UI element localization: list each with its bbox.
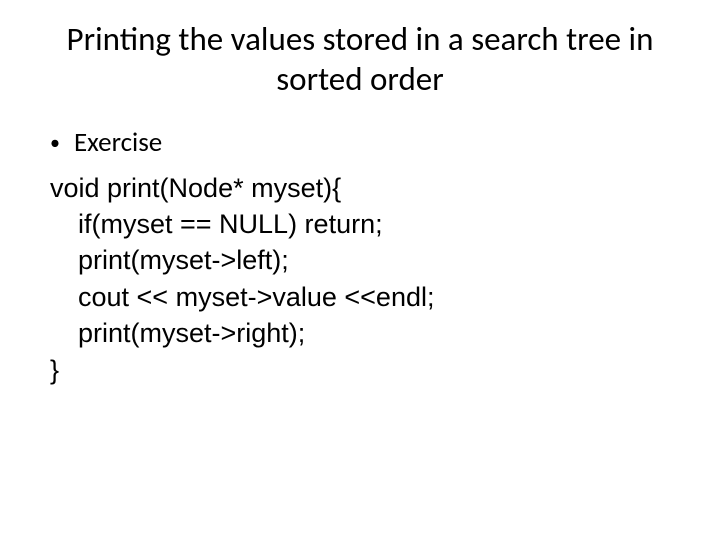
code-line-4: cout << myset->value <<endl; bbox=[50, 279, 670, 315]
code-line-3: print(myset->left); bbox=[50, 242, 670, 278]
code-line-2: if(myset == NULL) return; bbox=[50, 206, 670, 242]
bullet-text: Exercise bbox=[74, 127, 162, 159]
bullet-marker: • bbox=[50, 131, 60, 155]
bullet-item: • Exercise bbox=[50, 127, 670, 159]
code-line-5: print(myset->right); bbox=[50, 315, 670, 351]
code-line-6: } bbox=[50, 352, 670, 388]
slide-title: Printing the values stored in a search t… bbox=[50, 20, 670, 99]
code-line-1: void print(Node* myset){ bbox=[50, 170, 670, 206]
code-block: void print(Node* myset){ if(myset == NUL… bbox=[50, 170, 670, 389]
